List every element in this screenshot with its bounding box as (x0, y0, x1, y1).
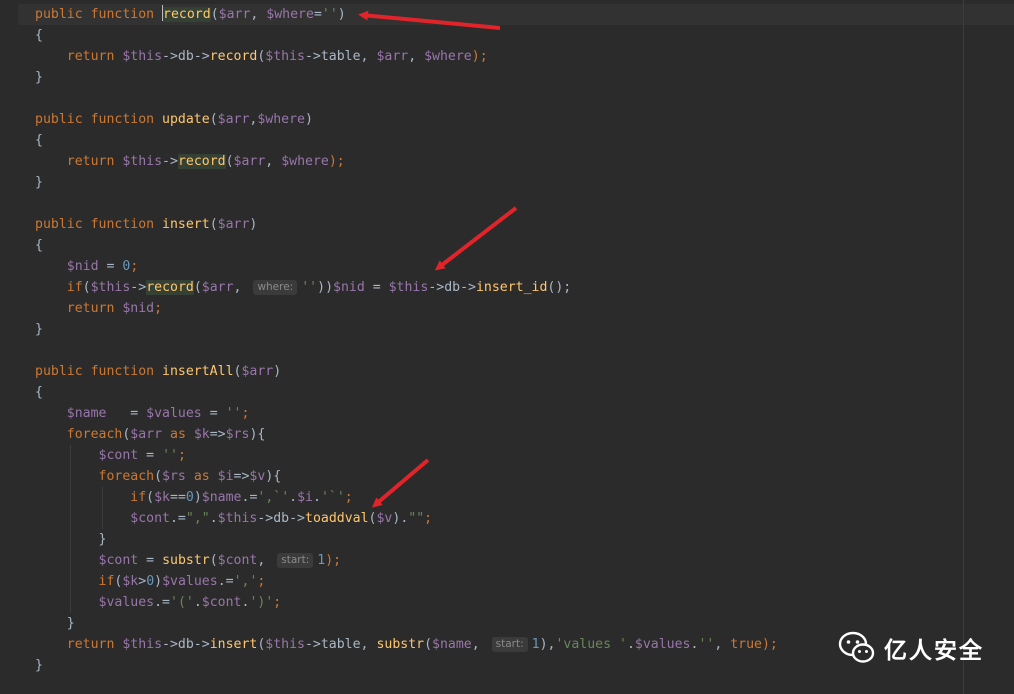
annotation-arrows (358, 10, 518, 508)
watermark-text: 亿人安全 (884, 638, 984, 664)
arrow-to-record-call (434, 206, 518, 271)
arrow-to-record-definition (358, 10, 501, 30)
arrow-to-toaddval-call (371, 458, 430, 508)
wechat-icon (838, 631, 875, 663)
watermark: 亿人安全 (838, 630, 984, 666)
